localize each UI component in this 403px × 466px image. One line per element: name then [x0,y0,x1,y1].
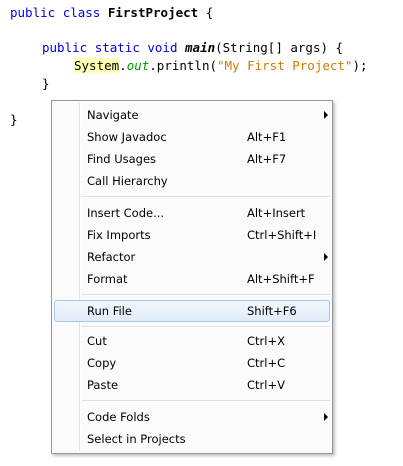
menu-item-fix-imports[interactable]: Fix Imports Ctrl+Shift+I [54,224,330,246]
keyword: void [147,40,178,55]
menu-item-label: Paste [87,378,119,392]
method-params: (String[] args) { [215,40,344,55]
menu-item-paste[interactable]: Paste Ctrl+V [54,374,330,396]
menu-item-copy[interactable]: Copy Ctrl+C [54,352,330,374]
menu-item-label: Find Usages [87,152,157,166]
menu-separator [82,294,330,296]
statement-end: ); [352,58,368,73]
code-line-4: } [42,76,50,92]
code-line-2: public static void main(String[] args) { [42,40,343,56]
keyword: static [94,40,140,55]
menu-item-navigate[interactable]: Navigate [54,104,330,126]
submenu-arrow-icon [324,413,328,421]
menu-item-label: Call Hierarchy [87,174,168,188]
class-name: FirstProject [107,5,199,20]
system-identifier: System [74,58,120,73]
keyword: public [10,5,56,20]
menu-item-shortcut: Ctrl+C [247,356,286,370]
menu-item-find-usages[interactable]: Find Usages Alt+F7 [54,148,330,170]
context-menu: Navigate Show Javadoc Alt+F1 Find Usages… [51,100,333,454]
menu-item-call-hierarchy[interactable]: Call Hierarchy [54,170,330,192]
menu-item-shortcut: Ctrl+X [247,334,285,348]
menu-item-shortcut: Ctrl+Shift+I [247,228,317,242]
method-name: main [185,40,216,55]
dot: . [119,58,127,73]
menu-item-shortcut: Alt+F1 [247,130,287,144]
brace: } [10,112,18,127]
menu-item-code-folds[interactable]: Code Folds [54,406,330,428]
menu-item-label: Code Folds [87,410,150,424]
menu-item-label: Format [87,272,128,286]
menu-item-run-file[interactable]: Run File Shift+F6 [54,300,330,322]
menu-item-label: Fix Imports [87,228,151,242]
string-literal: "My First Project" [217,58,353,73]
menu-separator [82,326,330,328]
menu-item-label: Refactor [87,250,136,264]
menu-item-insert-code[interactable]: Insert Code... Alt+Insert [54,202,330,224]
submenu-arrow-icon [324,111,328,119]
menu-item-shortcut: Ctrl+V [247,378,285,392]
menu-item-label: Cut [87,334,107,348]
menu-item-show-javadoc[interactable]: Show Javadoc Alt+F1 [54,126,330,148]
menu-item-cut[interactable]: Cut Ctrl+X [54,330,330,352]
menu-separator [82,196,330,198]
keyword: class [62,5,101,20]
menu-item-format[interactable]: Format Alt+Shift+F [54,268,330,290]
menu-item-shortcut: Alt+F7 [247,152,287,166]
menu-item-shortcut: Shift+F6 [247,304,297,318]
menu-item-shortcut: Alt+Shift+F [247,272,315,286]
out-field: out [126,58,150,73]
code-line-3: System.out.println("My First Project"); [74,58,368,74]
menu-item-shortcut: Alt+Insert [247,206,306,220]
menu-item-label: Show Javadoc [87,130,167,144]
menu-item-label: Copy [87,356,117,370]
menu-item-label: Select in Projects [87,432,186,446]
menu-item-label: Insert Code... [87,206,165,220]
menu-separator [82,400,330,402]
menu-item-refactor[interactable]: Refactor [54,246,330,268]
brace: { [205,5,214,20]
menu-item-label: Run File [87,304,132,318]
code-line-1: public class FirstProject { [10,5,213,21]
brace: } [42,76,50,91]
menu-item-select-in-projects[interactable]: Select in Projects [54,428,330,450]
menu-item-label: Navigate [87,108,139,122]
method-call: .println( [149,58,217,73]
keyword: public [42,40,88,55]
submenu-arrow-icon [324,253,328,261]
code-line-5: } [10,112,18,128]
